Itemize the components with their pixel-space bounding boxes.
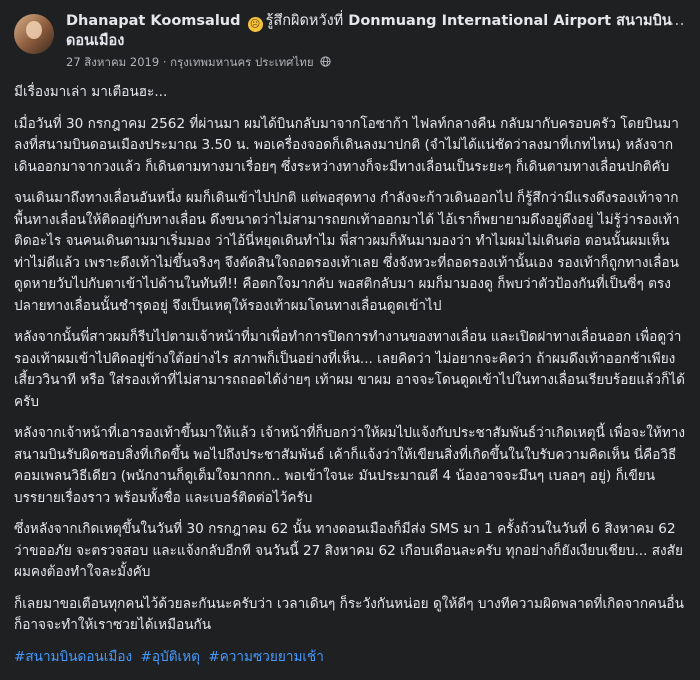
post-header: Dhanapat Koomsalud ☹ รู้สึกผิดหวังที่ Don… xyxy=(14,12,686,72)
avatar[interactable] xyxy=(14,14,54,54)
hashtags: #สนามบินดอนเมือง #อุบัติเหตุ #ความซวยยาม… xyxy=(14,647,686,668)
paragraph-4: หลังจากเจ้าหน้าที่เอารองเท้าขึ้นมาให้แล้… xyxy=(14,425,686,506)
more-options-icon[interactable]: ⋯ xyxy=(669,14,686,33)
post-header-text: Dhanapat Koomsalud ☹ รู้สึกผิดหวังที่ Don… xyxy=(66,12,686,70)
paragraph-3: หลังจากนั้นพี่สาวผมก็รีบไปตามเจ้าหน้าที่… xyxy=(14,329,685,410)
author-line: Dhanapat Koomsalud ☹ รู้สึกผิดหวังที่ Don… xyxy=(66,12,686,51)
paragraph-6: ก็เลยมาขอเตือนทุกคนไว้ด้วยละกันนะครับว่า… xyxy=(14,595,684,634)
sad-face-icon: ☹ xyxy=(247,17,263,32)
paragraph-intro: มีเรื่องมาเล่า มาเตือนฮะ... xyxy=(14,84,168,100)
globe-icon xyxy=(320,56,331,67)
hashtag-link[interactable]: #สนามบินดอนเมือง xyxy=(14,649,132,665)
author-name[interactable]: Dhanapat Koomsalud xyxy=(66,13,241,29)
post-date[interactable]: 27 สิงหาคม 2019 xyxy=(66,55,159,69)
paragraph-2: จนเดินมาถึงทางเลื่อนอันหนึ่ง ผมก็เดินเข้… xyxy=(14,190,680,314)
post-meta: 27 สิงหาคม 2019 · กรุงเทพมหานคร ประเทศไท… xyxy=(66,54,686,70)
facebook-post: Dhanapat Koomsalud ☹ รู้สึกผิดหวังที่ Don… xyxy=(0,0,700,680)
paragraph-5: ซึ่งหลังจากเกิดเหตุขึ้นในวันที่ 30 กรกฎา… xyxy=(14,521,683,580)
hashtag-link[interactable]: #อุบัติเหตุ xyxy=(141,649,200,665)
feeling-text: รู้สึกผิดหวังที่ xyxy=(265,13,344,29)
hashtag-link[interactable]: #ความซวยยามเช้า xyxy=(208,649,324,665)
paragraph-1: เมื่อวันที่ 30 กรกฎาคม 2562 ที่ผ่านมา ผม… xyxy=(14,115,679,175)
meta-separator: · xyxy=(162,55,167,69)
post-content: มีเรื่องมาเล่า มาเตือนฮะ... เมื่อวันที่ … xyxy=(14,82,686,668)
post-location[interactable]: กรุงเทพมหานคร ประเทศไทย xyxy=(170,55,313,69)
